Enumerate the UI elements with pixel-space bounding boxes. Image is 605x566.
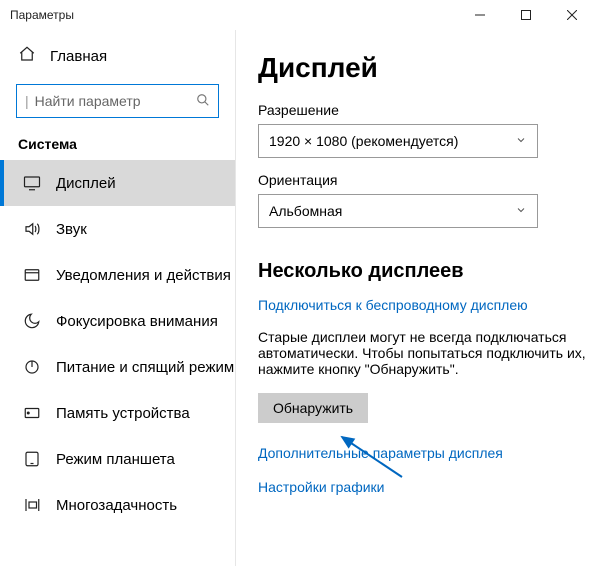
moon-icon <box>22 312 42 330</box>
sidebar-item-label: Уведомления и действия <box>56 267 231 284</box>
sidebar-item-multitask[interactable]: Многозадачность <box>0 482 235 528</box>
search-icon <box>196 93 210 110</box>
sidebar-item-label: Звук <box>56 221 87 238</box>
sidebar-item-label: Режим планшета <box>56 451 175 468</box>
search-input[interactable]: | Найти параметр <box>16 84 219 118</box>
content-pane: Дисплей Разрешение 1920 × 1080 (рекоменд… <box>236 30 605 566</box>
orientation-select[interactable]: Альбомная <box>258 194 538 228</box>
multi-displays-header: Несколько дисплеев <box>258 260 593 283</box>
page-title: Дисплей <box>258 52 593 84</box>
sidebar: Главная | Найти параметр Система Дис <box>0 30 236 566</box>
sidebar-item-label: Питание и спящий режим <box>56 359 234 376</box>
maximize-button[interactable] <box>503 0 549 30</box>
sidebar-item-label: Память устройства <box>56 405 190 422</box>
detect-button[interactable]: Обнаружить <box>258 393 368 423</box>
sidebar-group-header: Система <box>0 134 235 160</box>
notifications-icon <box>22 266 42 284</box>
close-button[interactable] <box>549 0 595 30</box>
sidebar-home[interactable]: Главная <box>0 34 235 78</box>
advanced-display-link[interactable]: Дополнительные параметры дисплея <box>258 445 593 461</box>
window-title: Параметры <box>10 8 74 22</box>
sidebar-item-display[interactable]: Дисплей <box>0 160 235 206</box>
sidebar-item-power[interactable]: Питание и спящий режим <box>0 344 235 390</box>
tablet-icon <box>22 450 42 468</box>
titlebar: Параметры <box>0 0 605 30</box>
chevron-down-icon <box>515 203 527 219</box>
sidebar-item-label: Фокусировка внимания <box>56 313 218 330</box>
orientation-label: Ориентация <box>258 172 593 188</box>
multitask-icon <box>22 496 42 514</box>
resolution-select[interactable]: 1920 × 1080 (рекомендуется) <box>258 124 538 158</box>
power-icon <box>22 358 42 376</box>
graphics-settings-link[interactable]: Настройки графики <box>258 479 593 495</box>
sidebar-item-notifications[interactable]: Уведомления и действия <box>0 252 235 298</box>
detect-note: Старые дисплеи могут не всегда подключат… <box>258 329 588 377</box>
sidebar-item-focus[interactable]: Фокусировка внимания <box>0 298 235 344</box>
orientation-value: Альбомная <box>269 203 342 219</box>
sidebar-item-label: Дисплей <box>56 175 116 192</box>
display-icon <box>22 174 42 192</box>
wireless-display-link[interactable]: Подключиться к беспроводному дисплею <box>258 297 528 313</box>
sound-icon <box>22 220 42 238</box>
sidebar-item-tablet[interactable]: Режим планшета <box>0 436 235 482</box>
resolution-value: 1920 × 1080 (рекомендуется) <box>269 133 458 149</box>
storage-icon <box>22 404 42 422</box>
chevron-down-icon <box>515 133 527 149</box>
minimize-button[interactable] <box>457 0 503 30</box>
sidebar-item-storage[interactable]: Память устройства <box>0 390 235 436</box>
sidebar-item-sound[interactable]: Звук <box>0 206 235 252</box>
home-icon <box>18 45 36 67</box>
sidebar-home-label: Главная <box>50 48 107 65</box>
sidebar-item-label: Многозадачность <box>56 497 177 514</box>
resolution-label: Разрешение <box>258 102 593 118</box>
search-placeholder: Найти параметр <box>33 93 196 109</box>
